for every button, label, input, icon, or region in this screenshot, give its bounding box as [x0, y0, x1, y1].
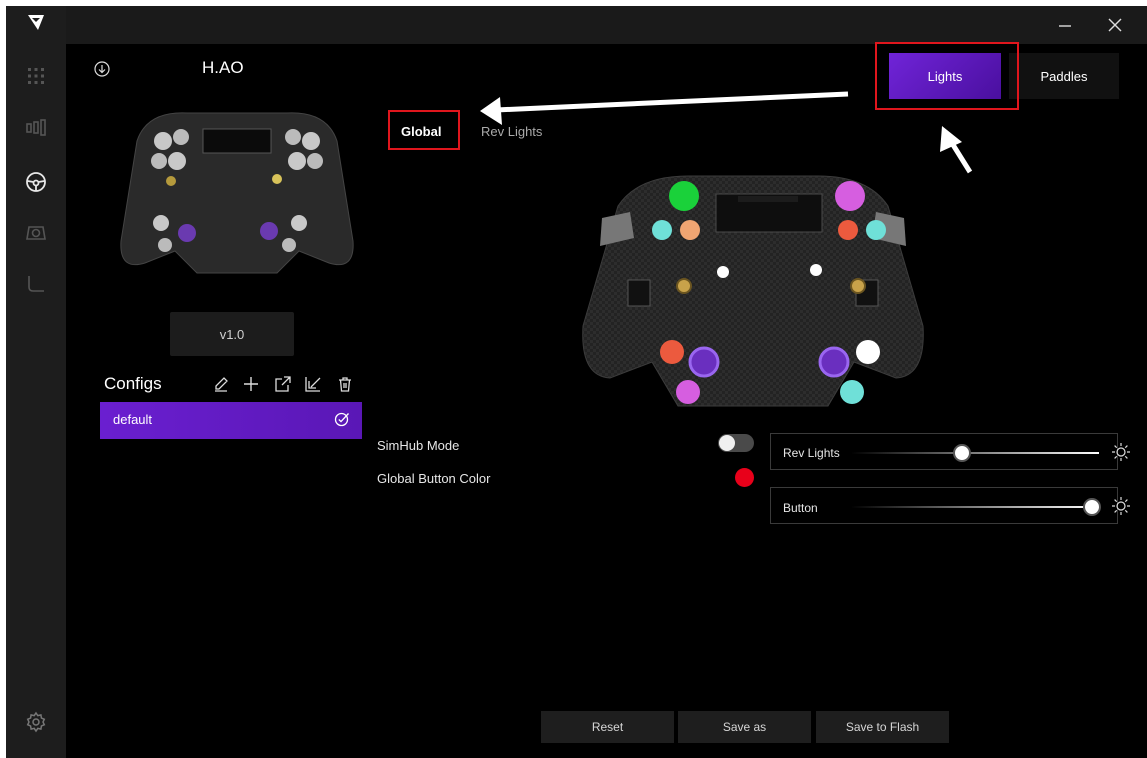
annotation-arrowhead-up [940, 126, 962, 152]
wheel-rotary-left[interactable] [688, 346, 720, 378]
reset-button[interactable]: Reset [541, 711, 674, 743]
wheel-button-white[interactable] [856, 340, 880, 364]
wheel-button-pink[interactable] [835, 181, 865, 211]
rev-lights-brightness-label: Rev Lights [783, 446, 840, 460]
wheel-encoder-left[interactable] [676, 278, 692, 294]
simhub-mode-toggle[interactable] [718, 434, 754, 452]
button-brightness-label: Button [783, 501, 818, 515]
brightness-sun-icon [1111, 442, 1131, 467]
wheel-button-cyan-lower[interactable] [840, 380, 864, 404]
save-as-button[interactable]: Save as [678, 711, 811, 743]
button-slider-thumb[interactable] [1083, 498, 1101, 516]
toggle-knob [719, 435, 735, 451]
wheel-main-image [578, 166, 928, 426]
wheel-button-cyan-left[interactable] [652, 220, 672, 240]
rev-lights-slider-track[interactable] [851, 452, 1099, 454]
annotation-arrows [480, 91, 973, 174]
app-window: H.AO v1.0 Configs default Global Rev Lig… [6, 6, 1147, 758]
brightness-sun-icon [1111, 496, 1131, 521]
wheel-encoder-right[interactable] [850, 278, 866, 294]
annotation-arrow-to-global [495, 91, 849, 113]
wheel-button-red-lower[interactable] [660, 340, 684, 364]
wheel-button-green[interactable] [669, 181, 699, 211]
global-button-color-label: Global Button Color [377, 471, 491, 486]
save-to-flash-button[interactable]: Save to Flash [816, 711, 949, 743]
wheel-button-cyan-right[interactable] [866, 220, 886, 240]
wheel-led-right [810, 264, 822, 276]
wheel-button-orange[interactable] [680, 220, 700, 240]
button-brightness-row: Button [770, 487, 1130, 524]
wheel-rotary-right[interactable] [818, 346, 850, 378]
wheel-led-left [717, 266, 729, 278]
global-button-color-swatch[interactable] [735, 468, 754, 487]
rev-lights-slider-thumb[interactable] [953, 444, 971, 462]
wheel-button-pink-lower[interactable] [676, 380, 700, 404]
button-slider-track[interactable] [851, 506, 1095, 508]
rev-lights-brightness-row: Rev Lights [770, 433, 1130, 470]
simhub-mode-label: SimHub Mode [377, 438, 460, 453]
wheel-button-red-right[interactable] [838, 220, 858, 240]
annotation-arrowhead-left [480, 97, 502, 125]
